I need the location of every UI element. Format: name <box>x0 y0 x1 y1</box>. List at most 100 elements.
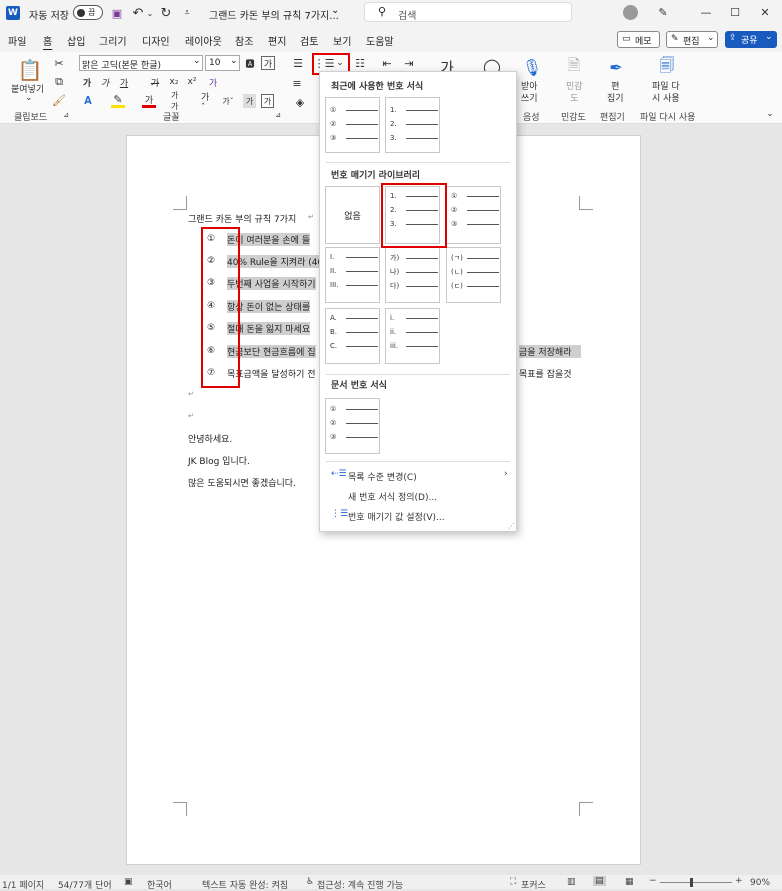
menu-insert[interactable]: 삽입 <box>67 33 85 48</box>
paste-icon[interactable]: 📋 <box>17 56 43 84</box>
minimize-icon[interactable]: — <box>698 4 714 20</box>
align-icon[interactable]: ≡ <box>290 76 304 90</box>
dialog-launcher-icon[interactable]: ⊿ <box>62 110 70 120</box>
superscript-icon[interactable]: x² <box>186 75 198 89</box>
strikethrough-icon[interactable]: 가 <box>148 75 162 89</box>
menu-help[interactable]: 도움말 <box>366 33 394 48</box>
memo-button[interactable]: ▭ 메모 <box>617 31 660 48</box>
undo-dropdown-icon[interactable]: ⌄ <box>146 5 154 21</box>
font-name-select[interactable]: 맑은 고딕(본문 한글) ⌄ <box>79 55 203 71</box>
pen-icon[interactable]: ✎ <box>655 4 671 20</box>
resize-grip-icon[interactable]: ⋰ <box>508 522 515 530</box>
copy-icon[interactable]: ⧉ <box>53 75 65 88</box>
zoom-slider-thumb[interactable] <box>690 878 693 887</box>
menu-file[interactable]: 파일 <box>8 33 26 48</box>
editor-icon[interactable]: ✒ <box>606 56 626 78</box>
reuse-files-icon[interactable]: 🗐 <box>656 56 678 78</box>
multilevel-list-icon[interactable]: ☷ <box>352 56 368 70</box>
sensitivity-label[interactable]: 민감 도 <box>566 81 583 105</box>
save-icon[interactable]: ▣ <box>109 5 125 21</box>
bullets-icon[interactable]: ☰ <box>290 56 306 70</box>
grow-font-icon[interactable]: 가ˆ <box>201 93 213 113</box>
page-count[interactable]: 1/1 페이지 <box>2 878 44 891</box>
increase-indent-icon[interactable]: ⇥ <box>402 56 416 70</box>
menu-mailings[interactable]: 편지 <box>268 33 286 48</box>
autosave-toggle[interactable]: 끔 <box>73 5 103 20</box>
accessibility-status[interactable]: 접근성: 계속 진행 가능 <box>317 878 403 891</box>
recent-format-circled[interactable]: ① ② ③ <box>325 97 380 153</box>
editor-label[interactable]: 편 집기 <box>607 81 624 105</box>
underline-icon[interactable]: 가 <box>117 75 131 89</box>
italic-icon[interactable]: 가 <box>99 75 111 89</box>
menu-draw[interactable]: 그리기 <box>99 33 127 48</box>
library-format-lower-roman[interactable]: i. ii. iii. <box>385 308 440 364</box>
maximize-icon[interactable]: ☐ <box>727 4 743 20</box>
library-format-none[interactable]: 없음 <box>325 186 380 244</box>
menu-view[interactable]: 보기 <box>333 33 351 48</box>
text-autocomplete[interactable]: 텍스트 자동 완성: 켜짐 <box>202 878 288 891</box>
word-count[interactable]: 54/77개 단어 <box>58 878 112 891</box>
cut-icon[interactable]: ✂ <box>53 57 65 70</box>
document-format-circled[interactable]: ① ② ③ <box>325 398 380 454</box>
set-numbering-value-item[interactable]: ⋮☰ 번호 매기기 값 설정(V)... <box>320 508 516 524</box>
search-box[interactable]: ⚲ 검색 <box>364 2 572 22</box>
zoom-level[interactable]: 90% <box>750 878 770 888</box>
highlight-icon[interactable]: ✎ <box>111 93 125 108</box>
clear-format-icon[interactable]: 🅰 <box>243 56 257 70</box>
zoom-out-icon[interactable]: − <box>649 876 657 886</box>
dictate-mic-icon[interactable]: 🎙 <box>522 56 542 78</box>
read-mode-icon[interactable]: ▥ <box>567 877 576 887</box>
focus-mode[interactable]: 포커스 <box>521 878 546 891</box>
print-layout-icon[interactable]: ▤ <box>593 876 606 886</box>
dictate-label[interactable]: 받아 쓰기 <box>521 81 538 105</box>
change-case-icon[interactable]: 가 <box>206 75 220 89</box>
shrink-font-icon[interactable]: 가ˇ <box>222 94 234 108</box>
focus-icon[interactable]: ⛶ <box>510 877 516 887</box>
change-list-level-item[interactable]: ⇠☰ 목록 수준 변경(C) › <box>320 468 516 484</box>
menu-design[interactable]: 디자인 <box>142 33 170 48</box>
define-new-format-item[interactable]: 새 번호 서식 정의(D)... <box>320 488 516 504</box>
decrease-indent-icon[interactable]: ⇤ <box>380 56 394 70</box>
account-avatar[interactable] <box>623 5 638 20</box>
title-chevron-icon[interactable]: ⌄ <box>331 5 339 16</box>
proofing-icon[interactable]: ▣ <box>124 877 133 887</box>
enclose-char-icon[interactable]: 가 <box>243 94 256 108</box>
document-title[interactable]: 그랜드 카돈 부의 규칙 7가지... <box>209 7 339 22</box>
paste-chevron-icon[interactable]: ⌄ <box>25 93 33 103</box>
font-color-icon[interactable]: 가 <box>142 94 156 108</box>
library-format-roman[interactable]: I. II. III. <box>325 247 380 303</box>
text-effects-icon[interactable]: 𝐀 <box>81 94 95 108</box>
reuse-files-label[interactable]: 파일 다 시 사용 <box>652 81 680 105</box>
undo-icon[interactable]: ↶ <box>130 5 146 21</box>
web-layout-icon[interactable]: ▦ <box>625 877 634 887</box>
menu-references[interactable]: 참조 <box>235 33 253 48</box>
menu-layout[interactable]: 레이아웃 <box>185 33 222 48</box>
close-icon[interactable]: ✕ <box>757 4 773 20</box>
format-painter-icon[interactable]: 🖌 <box>52 94 66 107</box>
char-border-icon[interactable]: 가 <box>261 94 274 108</box>
library-format-alpha[interactable]: A. B. C. <box>325 308 380 364</box>
language[interactable]: 한국어 <box>147 878 172 891</box>
phonetic-guide-icon[interactable]: 가 <box>261 56 275 70</box>
library-format-korean[interactable]: 가) 나) 다) <box>385 247 440 303</box>
font-size-select[interactable]: 10 ⌄ <box>205 55 240 71</box>
edit-mode-button[interactable]: ✎ 편집 ⌄ <box>666 31 718 48</box>
accessibility-icon[interactable]: ♿ <box>306 877 314 887</box>
menu-home[interactable]: 홈 <box>43 33 52 48</box>
menu-review[interactable]: 검토 <box>300 33 318 48</box>
shading-icon[interactable]: ◈ <box>293 95 307 109</box>
recent-format-decimal[interactable]: 1. 2. 3. <box>385 97 440 153</box>
share-button[interactable]: ⇪ 공유 ⌄ <box>725 31 777 48</box>
customize-qat-icon[interactable]: ⩡ <box>181 5 193 21</box>
bold-icon[interactable]: 가 <box>81 75 93 89</box>
zoom-in-icon[interactable]: + <box>735 876 743 886</box>
zoom-slider[interactable] <box>660 878 732 887</box>
collapse-ribbon-icon[interactable]: ⌄ <box>764 108 776 120</box>
library-format-korean-paren[interactable]: (ㄱ) (ㄴ) (ㄷ) <box>446 247 501 303</box>
char-scale-icon[interactable]: 가가 <box>171 91 185 111</box>
sensitivity-icon[interactable]: 🗎 <box>564 56 584 78</box>
redo-icon[interactable]: ↻ <box>158 5 174 21</box>
dialog-launcher-icon[interactable]: ⊿ <box>274 110 282 120</box>
library-format-circled[interactable]: ① ② ③ <box>446 186 501 244</box>
subscript-icon[interactable]: x₂ <box>168 75 180 89</box>
